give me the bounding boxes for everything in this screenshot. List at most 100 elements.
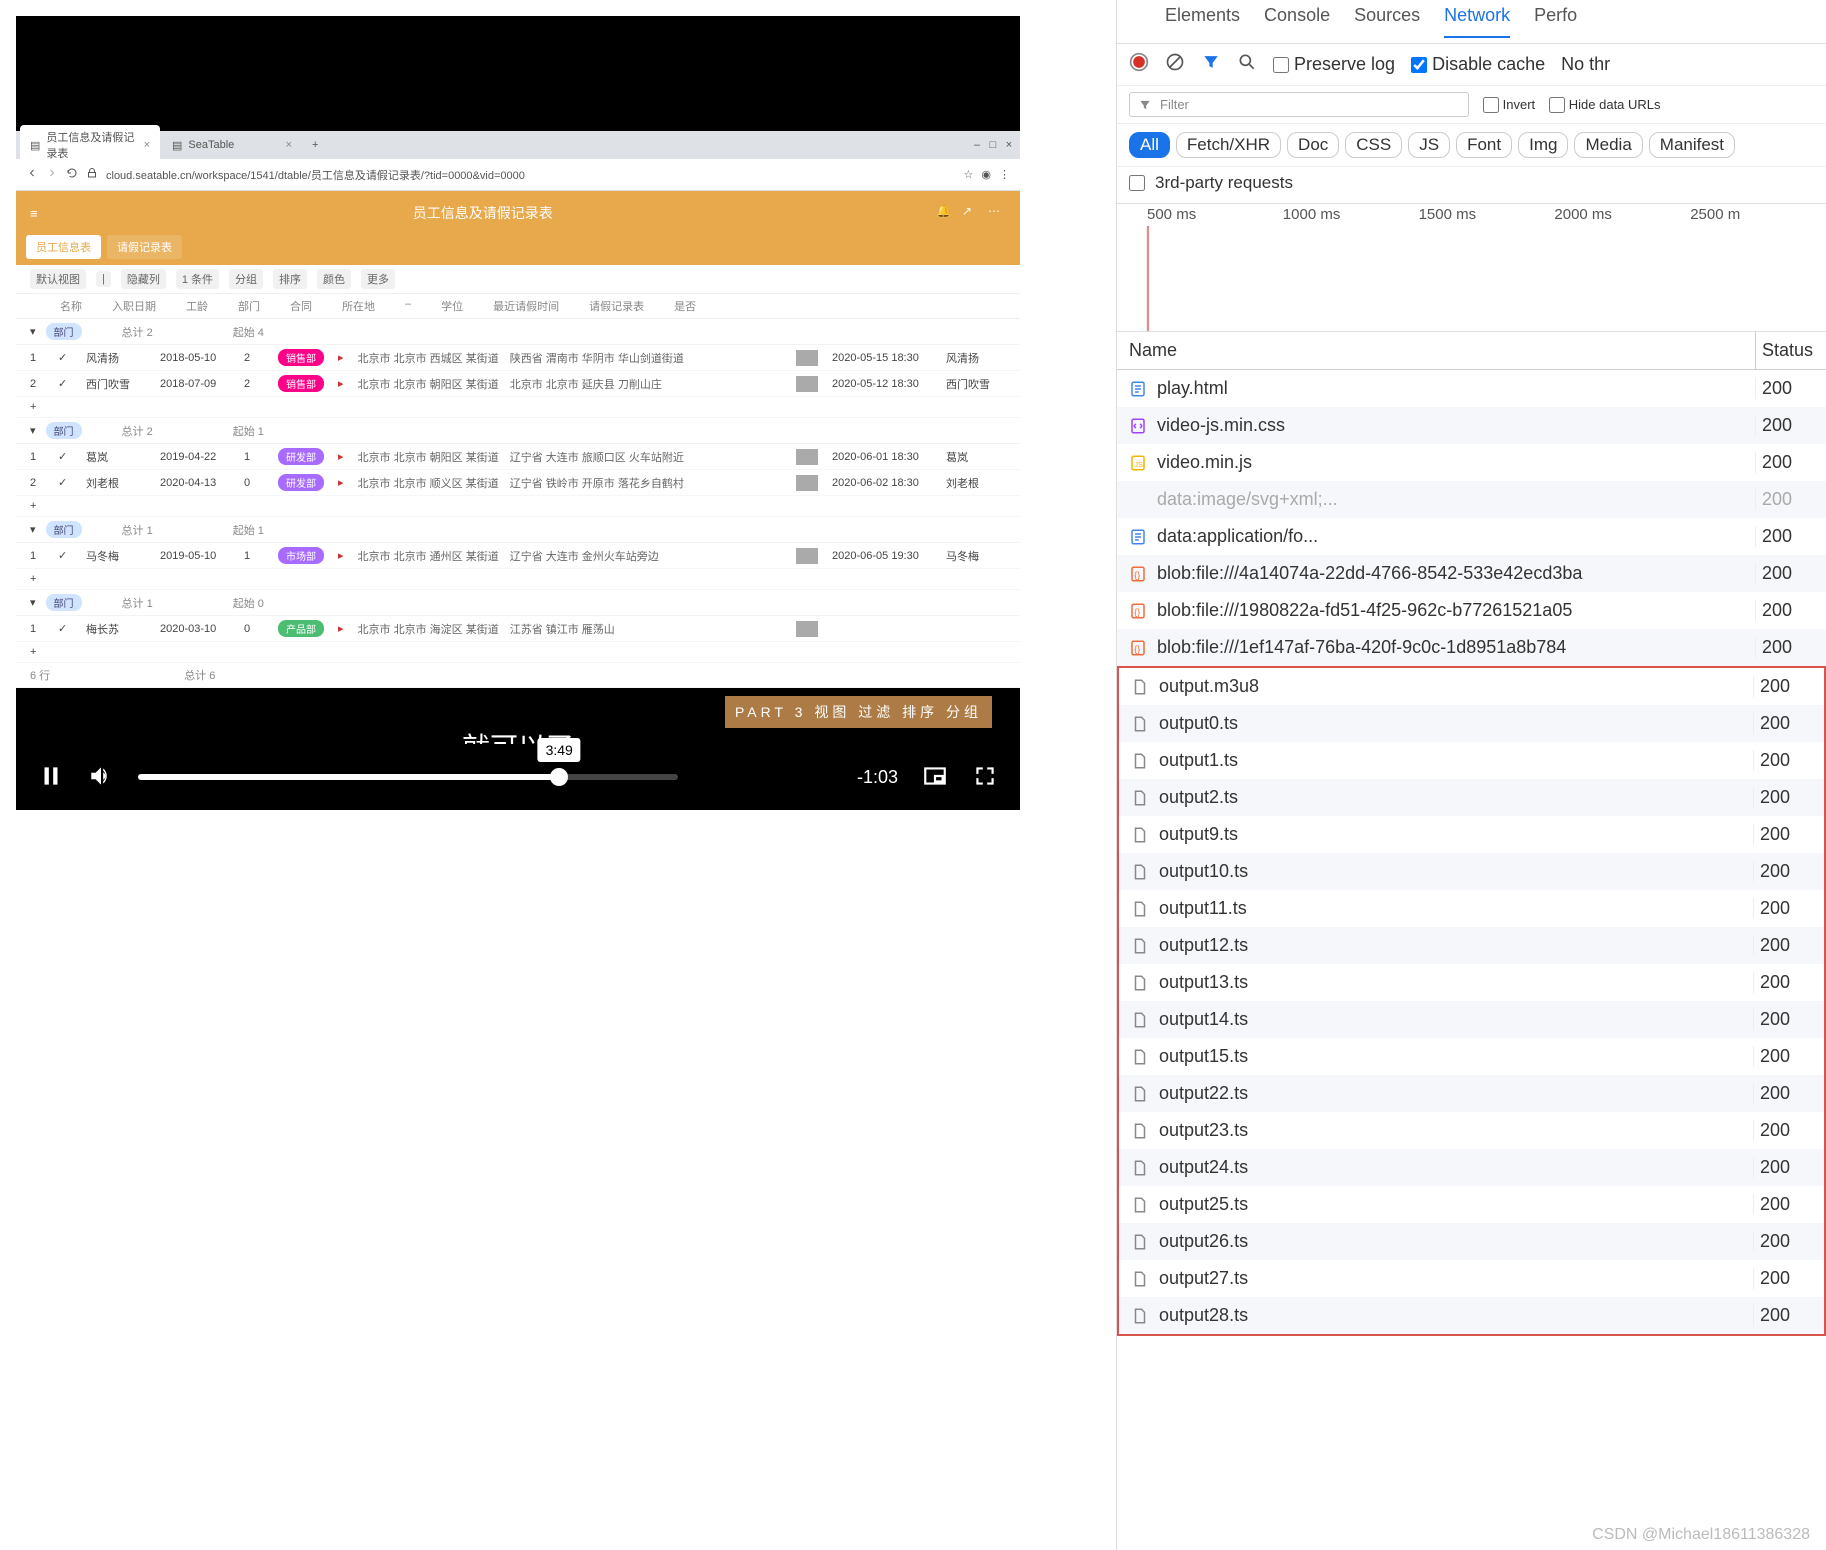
group-header[interactable]: ▾部门总计 2起始 1 bbox=[16, 418, 1020, 444]
table-row[interactable]: 1✓风清扬2018-05-102销售部▸北京市 北京市 西城区 某街道 陕西省 … bbox=[16, 345, 1020, 371]
request-row[interactable]: output.m3u8200 bbox=[1119, 668, 1824, 705]
more-icon[interactable]: ⋯ bbox=[988, 204, 1006, 222]
pip-button[interactable] bbox=[922, 763, 948, 792]
request-row[interactable]: output25.ts200 bbox=[1119, 1186, 1824, 1223]
toolbar-item[interactable]: 1 条件 bbox=[176, 269, 219, 289]
devtools-tab-console[interactable]: Console bbox=[1264, 5, 1330, 38]
column-header[interactable]: 学位 bbox=[441, 298, 463, 314]
browser-tab[interactable]: ▤SeaTable× bbox=[162, 135, 302, 156]
hdr-name[interactable]: Name bbox=[1117, 332, 1756, 369]
devtools-tab-perfo[interactable]: Perfo bbox=[1534, 5, 1577, 38]
table-row[interactable]: 1✓马冬梅2019-05-101市场部▸北京市 北京市 通州区 某街道 辽宁省 … bbox=[16, 543, 1020, 569]
notify-icon[interactable]: 🔔 bbox=[936, 204, 954, 222]
devtools-tab-network[interactable]: Network bbox=[1444, 5, 1510, 38]
request-row[interactable]: output22.ts200 bbox=[1119, 1075, 1824, 1112]
request-row[interactable]: {}blob:file:///1980822a-fd51-4f25-962c-b… bbox=[1117, 592, 1826, 629]
devtools-tab-sources[interactable]: Sources bbox=[1354, 5, 1420, 38]
request-row[interactable]: output10.ts200 bbox=[1119, 853, 1824, 890]
request-row[interactable]: output12.ts200 bbox=[1119, 927, 1824, 964]
column-header[interactable]: 最近请假时间 bbox=[493, 298, 559, 314]
toolbar-item[interactable]: | bbox=[96, 271, 111, 287]
group-header[interactable]: ▾部门总计 1起始 0 bbox=[16, 590, 1020, 616]
add-row-button[interactable]: + bbox=[16, 496, 1020, 517]
request-row[interactable]: output2.ts200 bbox=[1119, 779, 1824, 816]
column-header[interactable]: 入职日期 bbox=[112, 298, 156, 314]
request-row[interactable]: output0.ts200 bbox=[1119, 705, 1824, 742]
forward-icon[interactable] bbox=[46, 167, 58, 182]
column-header[interactable]: 合同 bbox=[290, 298, 312, 314]
column-header[interactable]: 是否 bbox=[674, 298, 696, 314]
table-row[interactable]: 1✓梅长苏2020-03-100产品部▸北京市 北京市 海淀区 某街道 江苏省 … bbox=[16, 616, 1020, 642]
fullscreen-button[interactable] bbox=[972, 763, 998, 792]
request-row[interactable]: play.html200 bbox=[1117, 370, 1826, 407]
progress-handle[interactable] bbox=[550, 768, 568, 786]
request-row[interactable]: output11.ts200 bbox=[1119, 890, 1824, 927]
record-button[interactable] bbox=[1129, 52, 1149, 77]
pause-button[interactable] bbox=[38, 763, 64, 792]
type-filter-font[interactable]: Font bbox=[1456, 132, 1512, 158]
request-row[interactable]: output28.ts200 bbox=[1119, 1297, 1824, 1334]
request-row[interactable]: output24.ts200 bbox=[1119, 1149, 1824, 1186]
preserve-log-toggle[interactable]: Preserve log bbox=[1273, 54, 1395, 75]
request-row[interactable]: video-js.min.css200 bbox=[1117, 407, 1826, 444]
request-row[interactable]: {}blob:file:///1ef147af-76ba-420f-9c0c-1… bbox=[1117, 629, 1826, 666]
table-row[interactable]: 2✓西门吹雪2018-07-092销售部▸北京市 北京市 朝阳区 某街道 北京市… bbox=[16, 371, 1020, 397]
add-row-button[interactable]: + bbox=[16, 569, 1020, 590]
menu-icon[interactable]: ⋮ bbox=[999, 168, 1010, 181]
new-tab-button[interactable]: + bbox=[304, 139, 326, 151]
timeline[interactable]: 500 ms1000 ms1500 ms2000 ms2500 m bbox=[1117, 204, 1826, 332]
type-filter-fetch-xhr[interactable]: Fetch/XHR bbox=[1176, 132, 1281, 158]
request-row[interactable]: output9.ts200 bbox=[1119, 816, 1824, 853]
sheet-tab[interactable]: 请假记录表 bbox=[107, 235, 182, 259]
request-row[interactable]: data:image/svg+xml;...200 bbox=[1117, 481, 1826, 518]
toolbar-item[interactable]: 默认视图 bbox=[30, 269, 86, 289]
search-icon[interactable] bbox=[1237, 52, 1257, 77]
request-row[interactable]: output26.ts200 bbox=[1119, 1223, 1824, 1260]
add-row-button[interactable]: + bbox=[16, 397, 1020, 418]
type-filter-img[interactable]: Img bbox=[1518, 132, 1568, 158]
column-header[interactable]: 名称 bbox=[60, 298, 82, 314]
request-row[interactable]: output23.ts200 bbox=[1119, 1112, 1824, 1149]
type-filter-js[interactable]: JS bbox=[1408, 132, 1450, 158]
request-row[interactable]: output13.ts200 bbox=[1119, 964, 1824, 1001]
add-row-button[interactable]: + bbox=[16, 642, 1020, 663]
volume-button[interactable] bbox=[88, 763, 114, 792]
filter-icon[interactable] bbox=[1201, 52, 1221, 77]
throttle-select[interactable]: No thr bbox=[1561, 54, 1610, 75]
toolbar-item[interactable]: 更多 bbox=[361, 269, 395, 289]
column-header[interactable]: 所在地 bbox=[342, 298, 375, 314]
disable-cache-toggle[interactable]: Disable cache bbox=[1411, 54, 1545, 75]
menu-hamburger-icon[interactable]: ≡ bbox=[30, 206, 38, 221]
win-max-button[interactable]: □ bbox=[986, 139, 1000, 151]
column-header[interactable]: 部门 bbox=[238, 298, 260, 314]
type-filter-media[interactable]: Media bbox=[1574, 132, 1642, 158]
group-header[interactable]: ▾部门总计 1起始 1 bbox=[16, 517, 1020, 543]
win-min-button[interactable]: – bbox=[970, 139, 984, 151]
request-row[interactable]: output1.ts200 bbox=[1119, 742, 1824, 779]
devtools-tab-elements[interactable]: Elements bbox=[1165, 5, 1240, 38]
thirdparty-toggle[interactable] bbox=[1129, 175, 1145, 191]
group-header[interactable]: ▾部门总计 2起始 4 bbox=[16, 319, 1020, 345]
address-bar-url[interactable]: cloud.seatable.cn/workspace/1541/dtable/… bbox=[106, 167, 956, 183]
toolbar-item[interactable]: 隐藏列 bbox=[121, 269, 166, 289]
request-row[interactable]: JSvideo.min.js200 bbox=[1117, 444, 1826, 481]
request-row[interactable]: data:application/fo...200 bbox=[1117, 518, 1826, 555]
request-row[interactable]: output27.ts200 bbox=[1119, 1260, 1824, 1297]
column-header[interactable]: 工龄 bbox=[186, 298, 208, 314]
request-row[interactable]: output14.ts200 bbox=[1119, 1001, 1824, 1038]
filter-input[interactable]: Filter bbox=[1129, 92, 1469, 117]
clear-button[interactable] bbox=[1165, 52, 1185, 77]
request-row[interactable]: output15.ts200 bbox=[1119, 1038, 1824, 1075]
win-close-button[interactable]: × bbox=[1002, 139, 1016, 151]
type-filter-css[interactable]: CSS bbox=[1345, 132, 1402, 158]
invert-toggle[interactable]: Invert bbox=[1483, 97, 1535, 113]
profile-icon[interactable]: ◉ bbox=[981, 168, 991, 181]
video-progress[interactable]: 3:49 bbox=[138, 774, 678, 780]
reload-icon[interactable] bbox=[66, 167, 78, 182]
share-icon[interactable]: ↗ bbox=[962, 204, 980, 222]
hdr-status[interactable]: Status bbox=[1756, 332, 1826, 369]
column-header[interactable]: 请假记录表 bbox=[589, 298, 644, 314]
toolbar-item[interactable]: 颜色 bbox=[317, 269, 351, 289]
type-filter-manifest[interactable]: Manifest bbox=[1649, 132, 1735, 158]
sheet-tab[interactable]: 员工信息表 bbox=[26, 235, 101, 259]
